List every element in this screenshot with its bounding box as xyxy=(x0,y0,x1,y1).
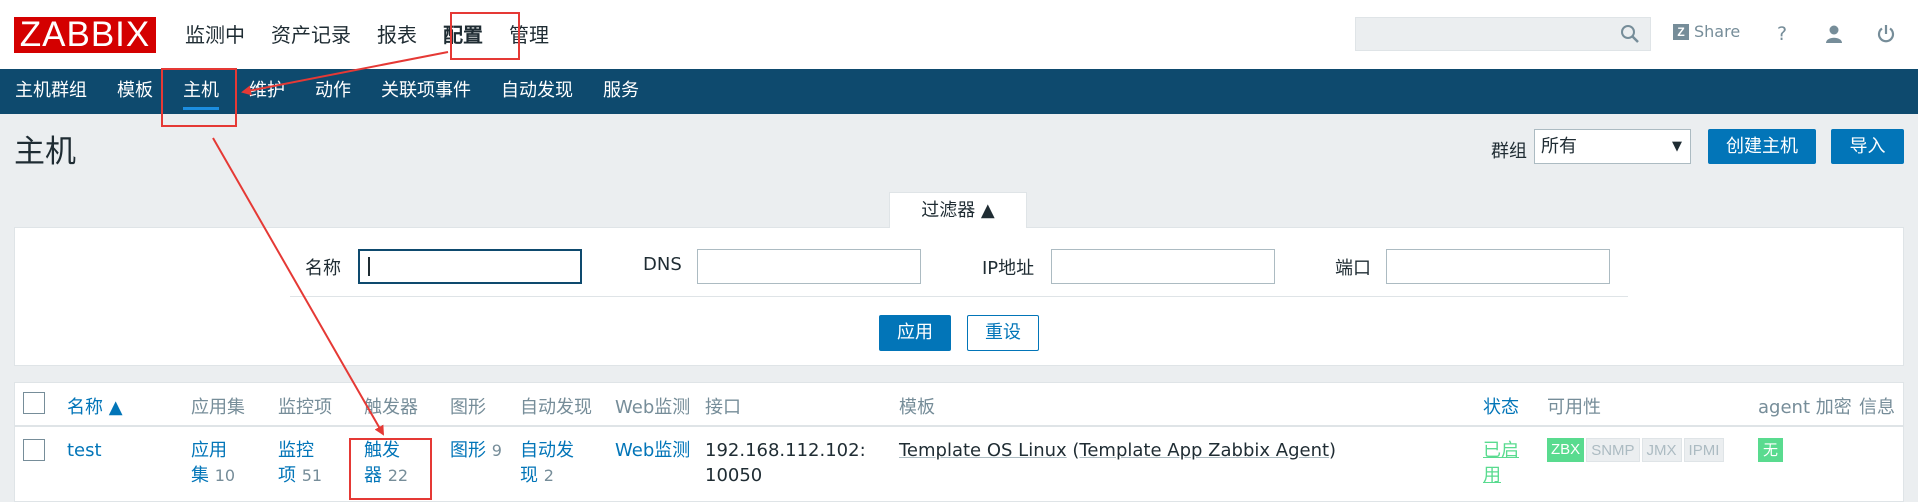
sub-menu: 主机群组 模板 主机 维护 动作 关联项事件 自动发现 服务 xyxy=(0,69,654,114)
logout-icon[interactable] xyxy=(1873,21,1899,47)
col-items: 监控项 xyxy=(278,397,332,418)
col-web: Web监测 xyxy=(615,397,691,418)
items-count: 51 xyxy=(301,466,323,485)
encryption-badge: 无 xyxy=(1758,438,1784,462)
filter-port-input[interactable] xyxy=(1386,249,1610,284)
snmp-badge: SNMP xyxy=(1586,438,1640,462)
col-availability: 可用性 xyxy=(1547,397,1601,418)
top-bar: ZABBIX 监测中 资产记录 报表 配置 管理 Z Share ? xyxy=(0,0,1918,69)
col-graphs: 图形 xyxy=(450,397,486,418)
status-toggle[interactable]: 已启 用 xyxy=(1483,438,1519,488)
applications-count: 10 xyxy=(214,466,236,485)
template-link[interactable]: Template OS Linux xyxy=(899,440,1067,461)
submenu-services[interactable]: 服务 xyxy=(588,69,654,114)
filter-port-label: 端口 xyxy=(1335,258,1371,279)
apply-button[interactable]: 应用 xyxy=(879,315,951,351)
discovery-count: 2 xyxy=(543,466,554,485)
submenu-templates[interactable]: 模板 xyxy=(102,69,168,114)
submenu-event-correlation[interactable]: 关联项事件 xyxy=(366,69,486,114)
graphs-count: 9 xyxy=(491,441,502,460)
web-link[interactable]: Web监测 xyxy=(615,438,690,463)
ipmi-badge: IPMI xyxy=(1683,438,1725,462)
jmx-badge: JMX xyxy=(1641,438,1682,462)
applications-label-2: 集 xyxy=(191,465,209,486)
graphs-link[interactable]: 图形 9 xyxy=(450,438,502,463)
group-label: 群组 xyxy=(1491,141,1527,162)
menu-inventory[interactable]: 资产记录 xyxy=(258,0,364,69)
items-label: 监控 xyxy=(278,440,314,461)
zbx-badge: ZBX xyxy=(1547,438,1585,462)
import-button[interactable]: 导入 xyxy=(1831,129,1904,164)
group-select-value: 所有 xyxy=(1541,136,1577,157)
col-discovery: 自动发现 xyxy=(520,397,592,418)
help-icon[interactable]: ? xyxy=(1769,21,1795,47)
share-label: Share xyxy=(1694,22,1741,41)
filter-dns-label: DNS xyxy=(643,254,682,275)
zabbix-logo[interactable]: ZABBIX xyxy=(14,17,156,53)
filter-toggle-tab[interactable]: 过滤器 ▲ xyxy=(889,192,1027,228)
filter-dns-input[interactable] xyxy=(697,249,921,284)
highlight-box-triggers xyxy=(349,438,432,500)
select-all-checkbox[interactable] xyxy=(23,392,45,414)
filter-name-input[interactable] xyxy=(358,249,582,284)
items-link[interactable]: 监控 项 51 xyxy=(278,438,322,488)
status-label-2: 用 xyxy=(1483,465,1501,486)
submenu-discovery[interactable]: 自动发现 xyxy=(486,69,588,114)
templates-cell: Template OS Linux (Template App Zabbix A… xyxy=(899,438,1336,463)
template-paren-close: ) xyxy=(1329,440,1337,461)
menu-reports[interactable]: 报表 xyxy=(364,0,430,69)
template-sub-link[interactable]: Template App Zabbix Agent xyxy=(1079,440,1329,461)
applications-link[interactable]: 应用 集 10 xyxy=(191,438,235,488)
discovery-label: 自动发 xyxy=(520,440,574,461)
template-paren-open: ( xyxy=(1066,440,1080,461)
col-templates: 模板 xyxy=(899,397,935,418)
items-label-2: 项 xyxy=(278,465,296,486)
discovery-label-2: 现 xyxy=(520,465,538,486)
page-title: 主机 xyxy=(14,134,76,170)
submenu-actions[interactable]: 动作 xyxy=(300,69,366,114)
filter-ip-input[interactable] xyxy=(1051,249,1275,284)
submenu-maintenance[interactable]: 维护 xyxy=(234,69,300,114)
highlight-box-configuration xyxy=(450,12,520,60)
discovery-link[interactable]: 自动发 现 2 xyxy=(520,438,574,488)
col-interface: 接口 xyxy=(705,397,741,418)
interface-cell: 192.168.112.102: 10050 xyxy=(705,438,866,488)
filter-name-label: 名称 xyxy=(305,258,341,279)
submenu-host-groups[interactable]: 主机群组 xyxy=(0,69,102,114)
search-icon[interactable] xyxy=(1620,24,1640,44)
col-info: 信息 xyxy=(1859,397,1895,418)
row-checkbox[interactable] xyxy=(23,439,45,461)
col-status[interactable]: 状态 xyxy=(1483,393,1519,419)
sub-menu-bar: 主机群组 模板 主机 维护 动作 关联项事件 自动发现 服务 xyxy=(0,69,1918,114)
highlight-box-hosts xyxy=(161,68,237,127)
dropdown-arrow-icon: ▼ xyxy=(1672,139,1682,154)
col-triggers: 触发器 xyxy=(364,397,418,418)
group-select[interactable]: 所有 ▼ xyxy=(1534,129,1691,164)
filter-ip-label: IP地址 xyxy=(982,258,1035,279)
text-caret xyxy=(368,257,370,276)
col-encryption: agent 加密 xyxy=(1758,397,1852,418)
status-label: 已启 xyxy=(1483,440,1519,461)
create-host-button[interactable]: 创建主机 xyxy=(1708,129,1816,164)
host-name-link[interactable]: test xyxy=(67,438,102,463)
interface-port: 10050 xyxy=(705,465,763,486)
user-profile-icon[interactable] xyxy=(1821,21,1847,47)
col-name[interactable]: 名称 ▲ xyxy=(67,393,123,419)
share-link[interactable]: Z Share xyxy=(1673,22,1740,41)
interface-address: 192.168.112.102: xyxy=(705,440,866,461)
table-header-divider xyxy=(15,425,1903,427)
share-icon: Z xyxy=(1673,23,1689,40)
availability-badges: ZBX SNMP JMX IPMI xyxy=(1547,438,1725,462)
search-input[interactable] xyxy=(1355,17,1651,51)
graphs-label: 图形 xyxy=(450,440,486,461)
menu-monitoring[interactable]: 监测中 xyxy=(172,0,258,69)
filter-divider xyxy=(290,296,1628,297)
applications-label: 应用 xyxy=(191,440,227,461)
col-applications: 应用集 xyxy=(191,397,245,418)
reset-button[interactable]: 重设 xyxy=(967,315,1039,351)
